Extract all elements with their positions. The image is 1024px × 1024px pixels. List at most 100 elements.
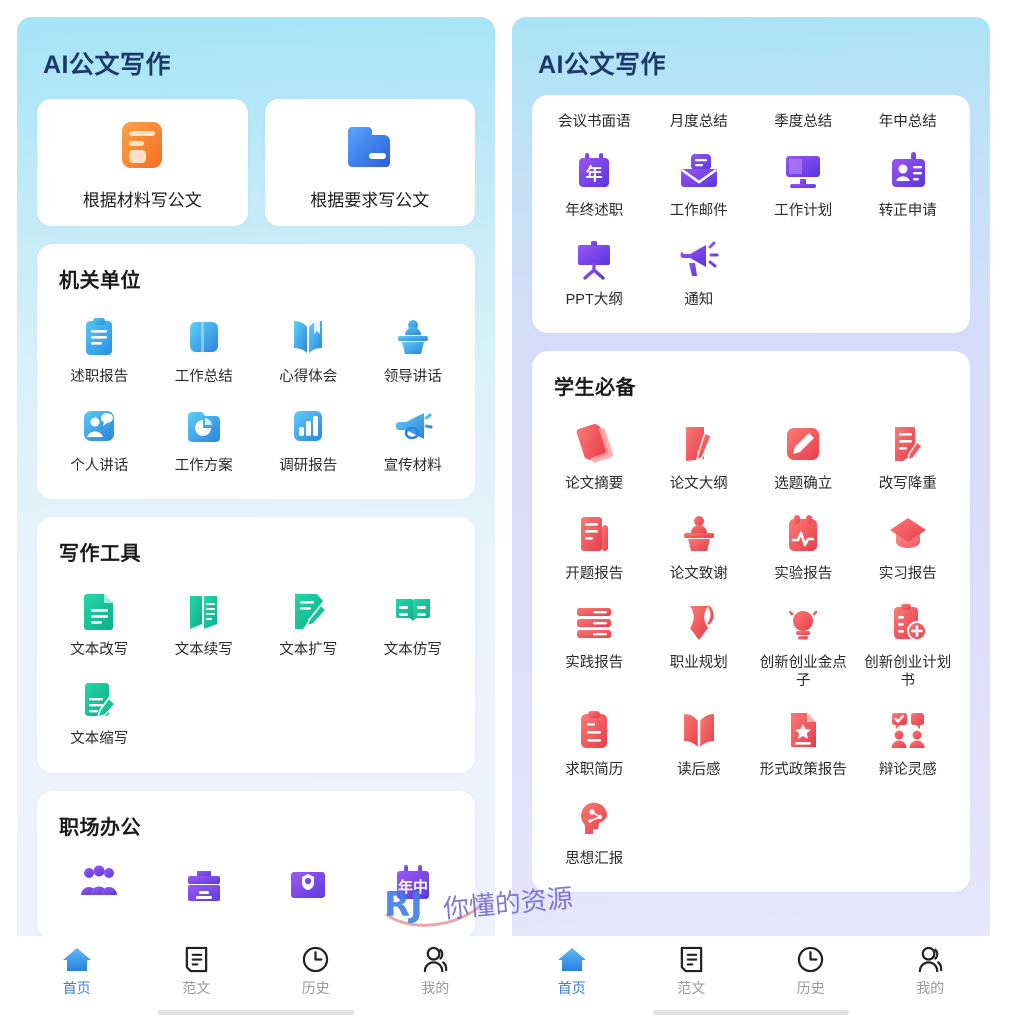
grid-item[interactable]: 宣传材料 [361, 392, 466, 481]
document-icon [185, 946, 208, 973]
entry-tile-label: 根据要求写公文 [310, 191, 430, 210]
section-title: 写作工具 [59, 543, 141, 566]
grid-item[interactable]: 文本改写 [47, 576, 152, 665]
scroll-report-icon [572, 512, 616, 556]
grid-item-orphan-label[interactable]: 会议书面语 [542, 101, 647, 137]
midyear-calendar-icon: 年中 [391, 862, 435, 906]
grid-item[interactable]: 实践报告 [542, 589, 647, 696]
tab-samples[interactable]: 范文 [632, 946, 752, 998]
debate-icon [886, 708, 930, 752]
grid-item[interactable]: 工作邮件 [647, 137, 752, 226]
grid-item[interactable]: 辩论灵感 [856, 696, 961, 785]
grid-item[interactable]: 文本缩写 [47, 665, 152, 754]
grid-item[interactable]: 文本续写 [152, 576, 257, 665]
grid-item[interactable]: 心得体会 [256, 303, 361, 392]
grid-item[interactable]: 创新创业计划书 [856, 589, 961, 696]
section-title: 职场办公 [59, 816, 141, 839]
grid-item[interactable]: 工作计划 [751, 137, 856, 226]
icon-grid-writing-tools: 文本改写 文本续写 文本扩写 文本仿写 文本缩写 [37, 570, 475, 772]
grid-item-label: 改写降重 [878, 476, 937, 493]
grid-item-label: 领导讲话 [383, 369, 442, 385]
grid-item-label: 会议书面语 [558, 114, 631, 130]
grid-item[interactable]: 述职报告 [47, 303, 152, 392]
entry-tiles-row: 根据材料写公文 根据要求写公文 [37, 99, 475, 226]
brain-head-icon [572, 797, 616, 841]
grid-item-label: 论文摘要 [565, 476, 624, 493]
grid-item-label: 年中总结 [878, 114, 937, 130]
open-book-dashes-icon [391, 588, 435, 632]
grid-item[interactable]: 开题报告 [542, 500, 647, 589]
grid-item[interactable]: 领导讲话 [361, 303, 466, 392]
grid-item[interactable]: 读后感 [647, 696, 752, 785]
grid-item[interactable]: 个人讲话 [47, 392, 152, 481]
section-card-students: 学生必备 论文摘要 论文大纲 选题确立 改写降重 开题报告 论文致谢 实验报告 … [532, 351, 970, 893]
grid-item-label: 思想汇报 [565, 851, 624, 867]
bottom-tabbar-left: 首页 范文 历史 我的 [17, 936, 495, 1024]
tab-profile[interactable]: 我的 [871, 946, 991, 998]
grid-item[interactable]: 改写降重 [856, 410, 961, 499]
megaphone-purple-icon [677, 238, 721, 282]
screenshot-stage: AI公文写作 根据材料写公文 根据要求写公文 机关单位 述职报告 工作总结 心得… [0, 0, 1024, 1024]
grid-item[interactable]: 实习报告 [856, 500, 961, 589]
grid-item-orphan-label[interactable]: 年中总结 [856, 101, 961, 137]
grid-item-label: 实践报告 [565, 654, 624, 671]
grid-item[interactable] [256, 850, 361, 921]
grid-item-label: 文本扩写 [279, 642, 338, 659]
tab-samples[interactable]: 范文 [137, 946, 257, 998]
entry-tile-write-from-request[interactable]: 根据要求写公文 [264, 99, 475, 226]
people-group-icon [77, 862, 121, 906]
grid-item[interactable]: 创新创业金点子 [751, 589, 856, 696]
phone-screenshot-right: AI公文写作 会议书面语 月度总结 季度总结 年中总结 年 年终述职 工作邮件 … [512, 17, 990, 1024]
grid-item-orphan-label[interactable]: 月度总结 [647, 101, 752, 137]
grid-item[interactable]: 转正申请 [856, 137, 961, 226]
grid-item[interactable]: 思想汇报 [542, 785, 647, 874]
tab-history[interactable]: 历史 [256, 946, 376, 998]
tab-label: 历史 [301, 980, 330, 996]
grid-item-orphan-label[interactable]: 季度总结 [751, 101, 856, 137]
grid-item[interactable]: 年 年终述职 [542, 137, 647, 226]
grid-item[interactable]: 形式政策报告 [751, 696, 856, 785]
grid-item[interactable] [47, 850, 152, 921]
grid-item-label: PPT大纲 [565, 292, 623, 309]
grid-item[interactable]: 选题确立 [751, 410, 856, 499]
id-badge-icon [886, 149, 930, 193]
safe-box-icon [286, 862, 330, 906]
tab-label: 范文 [182, 980, 211, 996]
tab-home[interactable]: 首页 [17, 946, 137, 998]
grid-item[interactable]: 文本仿写 [361, 576, 466, 665]
grid-item[interactable]: 论文大纲 [647, 410, 752, 499]
grid-item-label: 文本改写 [70, 642, 129, 659]
grid-item[interactable]: 工作方案 [152, 392, 257, 481]
entry-tile-write-from-material[interactable]: 根据材料写公文 [37, 99, 248, 226]
grid-item[interactable] [152, 850, 257, 921]
grid-item[interactable]: PPT大纲 [542, 226, 647, 315]
grid-item[interactable]: 文本扩写 [256, 576, 361, 665]
grid-item-label: 季度总结 [774, 114, 833, 130]
grid-item[interactable]: 年中 [361, 850, 466, 921]
tab-history[interactable]: 历史 [751, 946, 871, 998]
document-pen-icon [77, 677, 121, 721]
grid-item[interactable]: 调研报告 [256, 392, 361, 481]
left-scroll-area[interactable]: AI公文写作 根据材料写公文 根据要求写公文 机关单位 述职报告 工作总结 心得… [17, 17, 495, 936]
grid-item[interactable]: 职业规划 [647, 589, 752, 696]
bottom-tabbar-right: 首页 范文 历史 我的 [512, 936, 990, 1024]
grid-item[interactable]: 论文摘要 [542, 410, 647, 499]
lightbulb-idea-icon [781, 601, 825, 645]
mail-message-icon [677, 149, 721, 193]
grid-item[interactable]: 实验报告 [751, 500, 856, 589]
tab-label: 我的 [916, 980, 945, 996]
tab-profile[interactable]: 我的 [376, 946, 496, 998]
grid-item[interactable]: 求职简历 [542, 696, 647, 785]
open-book-icon [286, 315, 330, 359]
grid-item[interactable]: 通知 [647, 226, 752, 315]
right-scroll-area[interactable]: AI公文写作 会议书面语 月度总结 季度总结 年中总结 年 年终述职 工作邮件 … [512, 17, 990, 936]
grid-item[interactable]: 工作总结 [152, 303, 257, 392]
grid-item-label: 转正申请 [878, 203, 937, 220]
home-indicator [653, 1010, 849, 1015]
section-title: 机关单位 [59, 270, 141, 292]
grid-item-label: 工作计划 [774, 203, 833, 220]
section-card-government: 机关单位 述职报告 工作总结 心得体会 领导讲话 个人讲话 工作方案 调研报告 … [37, 244, 475, 500]
tab-home[interactable]: 首页 [512, 946, 632, 998]
grid-item[interactable]: 论文致谢 [647, 500, 752, 589]
clock-icon [303, 946, 329, 973]
